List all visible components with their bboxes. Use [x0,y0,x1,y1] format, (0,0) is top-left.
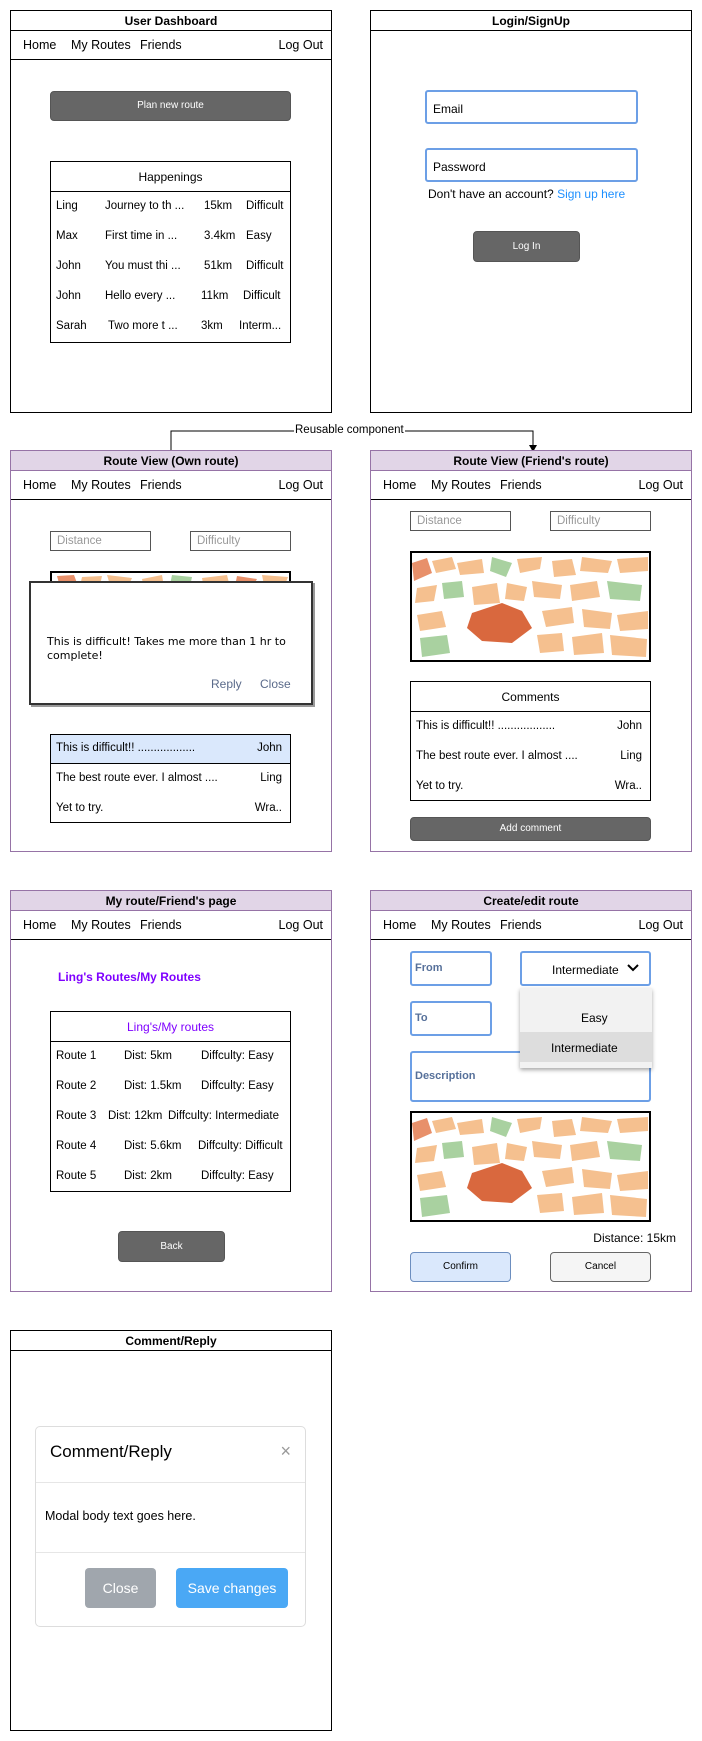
popup-close-link[interactable]: Close [260,677,291,691]
table-row[interactable]: Route 3 Dist: 12km Diffculty: Intermediate [51,1102,290,1132]
comment-popup: This is difficult! Takes me more than 1 … [29,581,313,705]
dropdown-option-easy[interactable]: Easy [520,1002,652,1032]
modal-dialog: Comment/Reply × Modal body text goes her… [35,1426,306,1627]
table-row[interactable]: Yet to try. Wra.. [411,772,650,802]
nav-home[interactable]: Home [383,918,416,932]
difficulty-dropdown-menu: Easy Intermediate [520,988,652,1068]
table-row[interactable]: Route 1 Dist: 5km Diffculty: Easy [51,1042,290,1072]
difficulty-input[interactable]: Difficulty [550,511,651,531]
table-header: Ling's/My routes [51,1012,290,1042]
routes-table: Ling's/My routes Route 1 Dist: 5km Diffcul… [50,1011,291,1192]
modal-close-button[interactable]: Close [85,1568,156,1608]
save-changes-button[interactable]: Save changes [176,1568,288,1608]
nav-friends[interactable]: Friends [500,478,542,492]
frame-title: Comment/Reply [11,1331,331,1351]
table-row[interactable]: Route 4 Dist: 5.6km Diffculty: Difficult [51,1132,290,1162]
nav-bar: Home My Routes Friends Log Out [11,471,331,500]
nav-logout[interactable]: Log Out [279,478,323,492]
comment-reply-frame: Comment/Reply Comment/Reply × Modal body… [10,1330,332,1731]
to-field[interactable]: To [410,1001,492,1036]
nav-my-routes[interactable]: My Routes [431,918,491,932]
table-header: Comments [411,682,650,712]
popup-text: This is difficult! Takes me more than 1 … [47,635,286,662]
distance-readout: Distance: 15km [593,1231,676,1245]
modal-body-text: Modal body text goes here. [45,1509,196,1523]
cancel-button[interactable]: Cancel [550,1252,651,1282]
map-icon [412,553,649,660]
map-icon [412,1113,649,1220]
distance-input[interactable]: Distance [50,531,151,551]
nav-my-routes[interactable]: My Routes [71,478,131,492]
table-row[interactable]: The best route ever. I almost .... Ling [411,742,650,772]
frame-title: Create/edit route [371,891,691,911]
page-heading: Ling's Routes/My Routes [58,970,201,984]
my-routes-frame: My route/Friend's page Home My Routes Fr… [10,890,332,1292]
close-icon[interactable]: × [280,1441,291,1462]
nav-bar: Home My Routes Friends Log Out [11,911,331,940]
nav-bar: Home My Routes Friends Log Out [371,911,691,940]
modal-title: Comment/Reply [50,1442,172,1461]
from-field[interactable]: From [410,951,492,986]
nav-my-routes[interactable]: My Routes [71,918,131,932]
nav-friends[interactable]: Friends [140,918,182,932]
table-row[interactable]: This is difficult!! .................. Jo… [411,712,650,742]
comments-table: This is difficult!! .................. Jo… [50,734,291,823]
nav-home[interactable]: Home [23,478,56,492]
chevron-down-icon [627,960,639,977]
add-comment-button[interactable]: Add comment [410,817,651,841]
connector-label: Reusable component [294,424,405,436]
nav-logout[interactable]: Log Out [279,918,323,932]
table-row[interactable]: Yet to try. Wra.. [51,794,290,824]
create-route-frame: Create/edit route Home My Routes Friends… [370,890,692,1292]
frame-title: My route/Friend's page [11,891,331,911]
nav-my-routes[interactable]: My Routes [431,478,491,492]
route-map [410,1111,651,1222]
distance-input[interactable]: Distance [410,511,511,531]
nav-bar: Home My Routes Friends Log Out [371,471,691,500]
reusable-connector [170,430,537,452]
dropdown-option-intermediate[interactable]: Intermediate [520,1032,652,1062]
difficulty-input[interactable]: Difficulty [190,531,291,551]
table-row[interactable]: Route 2 Dist: 1.5km Diffculty: Easy [51,1072,290,1102]
table-row[interactable]: The best route ever. I almost .... Ling [51,764,290,794]
nav-friends[interactable]: Friends [500,918,542,932]
modal-divider [36,1552,305,1553]
frame-title: Route View (Own route) [11,451,331,471]
back-button[interactable]: Back [118,1231,225,1262]
nav-home[interactable]: Home [23,918,56,932]
nav-home[interactable]: Home [383,478,416,492]
comments-table: Comments This is difficult!! ...........… [410,681,651,801]
modal-divider [36,1482,305,1483]
route-view-own-frame: Route View (Own route) Home My Routes Fr… [10,450,332,852]
confirm-button[interactable]: Confirm [410,1252,511,1282]
table-row[interactable]: This is difficult!! .................. Jo… [51,735,290,764]
frame-title: Route View (Friend's route) [371,451,691,471]
popup-reply-link[interactable]: Reply [211,677,242,691]
route-map [410,551,651,662]
nav-logout[interactable]: Log Out [639,918,683,932]
route-view-friend-frame: Route View (Friend's route) Home My Rout… [370,450,692,852]
nav-friends[interactable]: Friends [140,478,182,492]
difficulty-select[interactable]: Intermediate [520,951,651,986]
nav-logout[interactable]: Log Out [639,478,683,492]
table-row[interactable]: Route 5 Dist: 2km Diffculty: Easy [51,1162,290,1192]
